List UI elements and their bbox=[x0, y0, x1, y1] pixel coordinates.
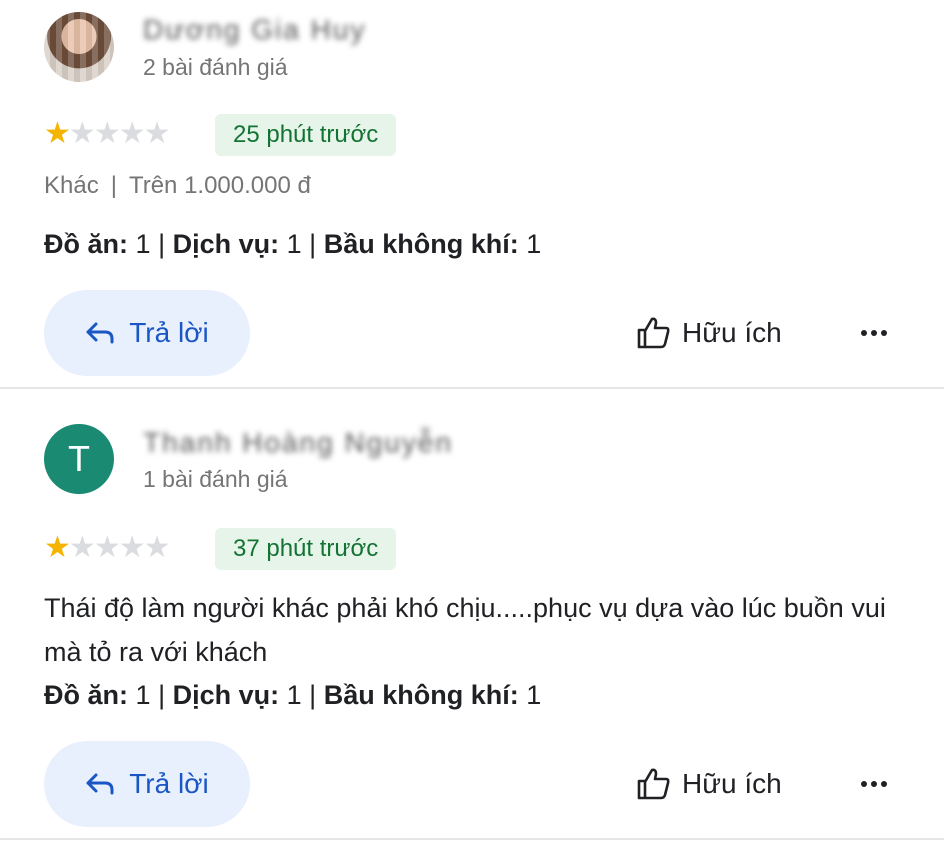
star-filled-icon: ★ bbox=[44, 531, 71, 564]
star-empty-icon: ★ bbox=[143, 117, 171, 150]
reviewer-name-2[interactable]: Thanh Hoàng Nguyễn bbox=[143, 427, 453, 459]
thumbs-up-icon bbox=[637, 317, 670, 349]
star-empty-icon: ★ bbox=[118, 117, 146, 150]
star-empty-icon: ★ bbox=[118, 531, 146, 564]
review-category: Khác bbox=[44, 172, 99, 199]
star-empty-icon: ★ bbox=[93, 117, 121, 150]
helpful-label: Hữu ích bbox=[682, 317, 782, 348]
star-filled-icon: ★ bbox=[44, 117, 71, 150]
more-horizontal-icon bbox=[861, 781, 867, 787]
helpful-button-2[interactable]: Hữu ích bbox=[636, 763, 782, 805]
review-meta-1: Khác | Trên 1.000.000 đ bbox=[44, 172, 311, 199]
review-count-2: 1 bài đánh giá bbox=[143, 466, 288, 492]
star-rating-2: ★★★★★ bbox=[44, 531, 171, 564]
helpful-label: Hữu ích bbox=[682, 768, 782, 799]
helpful-button-1[interactable]: Hữu ích bbox=[636, 312, 782, 354]
star-empty-icon: ★ bbox=[68, 531, 96, 564]
review-price: Trên 1.000.000 đ bbox=[128, 172, 311, 199]
review-card-1: Dương Gia Huy 2 bài đánh giá ★★★★★ 25 ph… bbox=[0, 0, 944, 388]
review-time-badge-2: 37 phút trước bbox=[215, 528, 397, 570]
review-count-1: 2 bài đánh giá bbox=[143, 54, 288, 80]
more-horizontal-icon bbox=[861, 330, 867, 336]
review-time-badge-1: 25 phút trước bbox=[215, 114, 397, 156]
review-card-2: T Thanh Hoàng Nguyễn 1 bài đánh giá ★★★★… bbox=[0, 389, 944, 839]
review-sub-ratings-1: Đồ ăn: 1 | Dịch vụ: 1 | Bầu không khí: 1 bbox=[44, 229, 542, 259]
review-sub-ratings-2: Đồ ăn: 1 | Dịch vụ: 1 | Bầu không khí: 1 bbox=[44, 680, 542, 710]
reviewer-avatar-1[interactable] bbox=[44, 12, 114, 82]
star-empty-icon: ★ bbox=[93, 531, 121, 564]
reviewer-name-1[interactable]: Dương Gia Huy bbox=[143, 14, 366, 46]
reply-label: Trả lời bbox=[129, 768, 209, 799]
star-empty-icon: ★ bbox=[68, 117, 96, 150]
reviewer-avatar-2[interactable]: T bbox=[44, 424, 114, 494]
review-text-2: Thái độ làm người khác phải khó chịu....… bbox=[44, 593, 886, 667]
star-rating-1: ★★★★★ bbox=[44, 117, 171, 150]
reply-arrow-icon bbox=[86, 322, 114, 344]
more-options-button-2[interactable] bbox=[858, 763, 890, 805]
reply-button-1[interactable]: Trả lời bbox=[44, 290, 250, 376]
thumbs-up-icon bbox=[637, 768, 670, 800]
star-empty-icon: ★ bbox=[143, 531, 171, 564]
reply-button-2[interactable]: Trả lời bbox=[44, 741, 250, 827]
reply-label: Trả lời bbox=[129, 317, 209, 348]
more-options-button-1[interactable] bbox=[858, 312, 890, 354]
reply-arrow-icon bbox=[86, 773, 114, 795]
review-divider bbox=[0, 838, 944, 840]
